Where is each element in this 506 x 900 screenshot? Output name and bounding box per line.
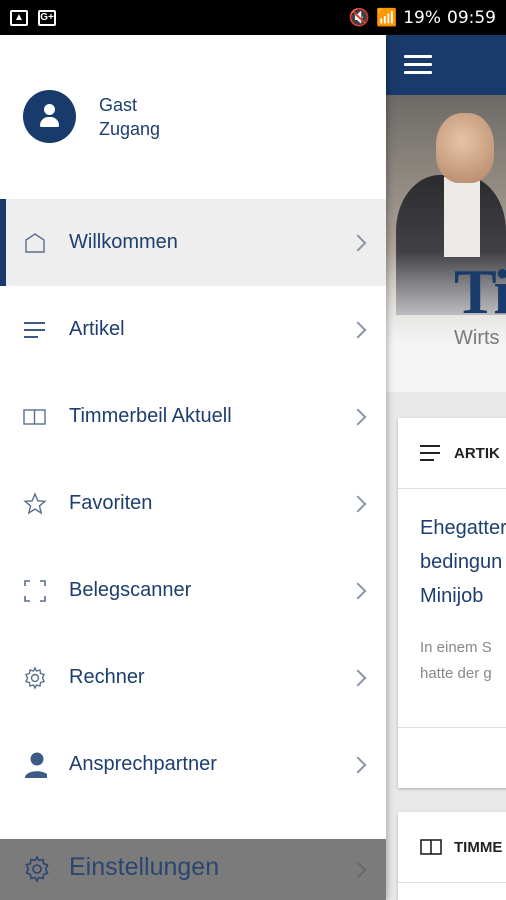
menu-item-belegscanner[interactable]: Belegscanner: [0, 547, 386, 634]
card-header-label: ARTIK: [454, 444, 500, 462]
image-notification-icon: ▲: [10, 9, 28, 26]
menu-icon[interactable]: [404, 55, 432, 75]
article-card[interactable]: ARTIK Ehegatter bedingun Minijob In eine…: [398, 418, 506, 788]
chevron-right-icon: [349, 234, 367, 251]
menu-item-label: Ansprechpartner: [69, 753, 217, 775]
avatar[interactable]: [23, 90, 76, 143]
menu-item-ansprechpartner[interactable]: Ansprechpartner: [0, 721, 386, 808]
menu-item-artikel[interactable]: Artikel: [0, 286, 386, 373]
scan-frame-icon: [23, 579, 47, 603]
card-header-label: TIMME: [454, 838, 503, 856]
book-icon: [420, 839, 442, 855]
menu-item-timmerbeil-aktuell[interactable]: Timmerbeil Aktuell: [0, 373, 386, 460]
chevron-right-icon: [349, 669, 367, 686]
menu-item-rechner[interactable]: Rechner: [0, 634, 386, 721]
navigation-drawer: Gast Zugang Willkommen Artikel Timmerbei…: [0, 35, 386, 900]
card-title[interactable]: Ehegatter bedingun Minijob: [398, 489, 506, 613]
menu-item-favoriten[interactable]: Favoriten: [0, 460, 386, 547]
card-header: ARTIK: [398, 418, 506, 489]
drawer-profile-header: Gast Zugang: [0, 35, 386, 200]
chevron-right-icon: [349, 408, 367, 425]
gear-icon: [23, 665, 47, 690]
menu-item-label: Rechner: [69, 666, 145, 688]
card-footer: [398, 727, 506, 788]
wifi-icon: 📶: [376, 7, 398, 28]
menu-item-label: Artikel: [69, 318, 125, 340]
app-toolbar: [386, 35, 506, 95]
list-icon: [420, 445, 440, 461]
hero-person-head: [436, 113, 494, 183]
star-icon: [23, 491, 47, 516]
hero-banner: Ti Wirts: [386, 95, 506, 392]
brand-logo-text: Ti: [454, 256, 506, 327]
background-app: Ti Wirts ARTIK Ehegatter bedingun Minijo…: [386, 35, 506, 900]
brand-subtitle: Wirts: [454, 327, 500, 349]
menu-item-label: Belegscanner: [69, 579, 192, 601]
settings-label: Einstellungen: [69, 853, 220, 881]
chevron-right-icon: [349, 756, 367, 773]
list-icon: [23, 318, 47, 342]
battery-percent: 19%: [403, 7, 441, 28]
chevron-right-icon: [349, 495, 367, 512]
home-icon: [23, 231, 47, 255]
drawer-menu: Willkommen Artikel Timmerbeil Aktuell Fa…: [0, 199, 386, 808]
timmerbeil-card[interactable]: TIMME: [398, 812, 506, 900]
card-header: TIMME: [398, 812, 506, 883]
clock: 09:59: [447, 7, 496, 28]
person-icon: [23, 752, 47, 778]
menu-item-willkommen[interactable]: Willkommen: [0, 199, 386, 286]
hero-person-shirt: [444, 177, 480, 257]
gear-icon: [23, 855, 51, 888]
chevron-right-icon: [349, 321, 367, 338]
chevron-right-icon: [349, 582, 367, 599]
mute-icon: 🔇: [348, 7, 371, 28]
menu-item-einstellungen[interactable]: Einstellungen: [0, 839, 386, 900]
book-icon: [23, 405, 47, 429]
google-plus-notification-icon: G+: [38, 9, 56, 26]
chevron-right-icon: [349, 861, 367, 879]
card-excerpt: In einem S hatte der g: [420, 639, 492, 682]
status-bar: ▲ G+ 🔇 📶 19% 09:59: [0, 0, 506, 35]
menu-item-label: Favoriten: [69, 492, 153, 514]
menu-item-label: Willkommen: [69, 231, 178, 253]
menu-item-label: Timmerbeil Aktuell: [69, 405, 232, 427]
profile-name: Gast Zugang: [99, 95, 161, 139]
